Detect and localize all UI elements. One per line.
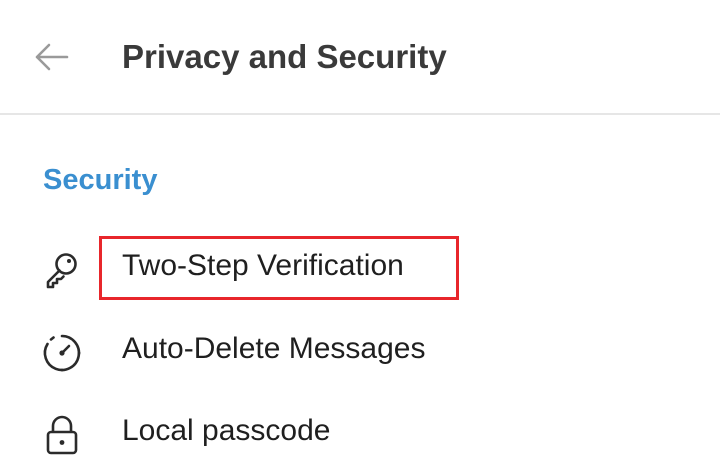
lock-icon [40, 413, 84, 457]
menu-item-label: Auto-Delete Messages [122, 332, 426, 365]
section-title-security: Security [43, 164, 158, 196]
page-title: Privacy and Security [122, 38, 447, 75]
menu-item-label: Local passcode [122, 414, 331, 447]
menu-item-local-passcode[interactable]: Local passcode [0, 391, 720, 466]
arrow-left-icon [35, 43, 69, 71]
privacy-security-panel: Privacy and Security Security Two-Step V… [0, 0, 720, 466]
key-icon [40, 248, 84, 292]
menu-item-label: Two-Step Verification [122, 249, 404, 282]
menu-item-auto-delete-messages[interactable]: Auto-Delete Messages [0, 309, 720, 389]
header-bar: Privacy and Security [0, 0, 720, 115]
menu-item-two-step-verification[interactable]: Two-Step Verification [0, 226, 720, 306]
timer-icon [40, 331, 84, 375]
back-button[interactable] [28, 34, 74, 80]
